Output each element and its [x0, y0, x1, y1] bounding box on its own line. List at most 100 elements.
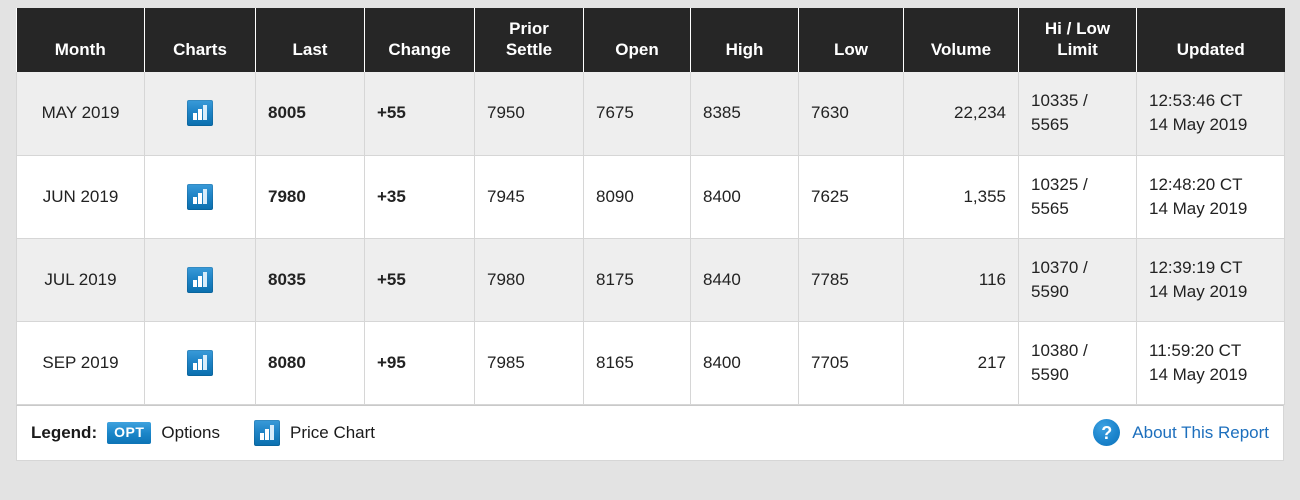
table-row: MAY 2019 8005 +55 7950 7675 8385 7630 22…: [16, 72, 1285, 156]
cell-open: 8090: [583, 155, 691, 239]
header-row: Month Charts Last Change Prior Settle Op…: [16, 8, 1285, 72]
price-chart-icon[interactable]: [187, 266, 213, 293]
quotes-panel: Month Charts Last Change Prior Settle Op…: [16, 8, 1285, 461]
header-label-month: Month: [54, 40, 106, 59]
cell-month: SEP 2019: [16, 321, 145, 405]
cell-low: 7785: [798, 238, 904, 322]
header-label-hi-low-limit-line1: Hi / Low: [1044, 19, 1111, 38]
cell-high: 8400: [690, 155, 799, 239]
header-label-volume: Volume: [930, 40, 992, 59]
cell-low: 7625: [798, 155, 904, 239]
updated-date: 14 May 2019: [1149, 364, 1248, 384]
limit-lo: 5565: [1031, 198, 1069, 218]
cell-low: 7630: [798, 72, 904, 156]
cell-month: JUL 2019: [16, 238, 145, 322]
price-chart-icon: [253, 419, 280, 446]
cell-last: 8080: [255, 321, 365, 405]
cell-updated: 11:59:20 CT 14 May 2019: [1136, 321, 1285, 405]
column-header-hi-low-limit[interactable]: Hi / Low Limit: [1018, 8, 1137, 72]
cell-updated: 12:48:20 CT 14 May 2019: [1136, 155, 1285, 239]
limit-hi: 10325 /: [1031, 174, 1088, 194]
header-label-low: Low: [834, 40, 868, 59]
column-header-charts[interactable]: Charts: [144, 8, 256, 72]
cell-month: JUN 2019: [16, 155, 145, 239]
price-chart-icon[interactable]: [187, 349, 213, 376]
header-label-high: High: [725, 40, 764, 59]
cell-charts[interactable]: [144, 238, 256, 322]
column-header-low[interactable]: Low: [798, 8, 904, 72]
limit-hi: 10335 /: [1031, 91, 1088, 111]
cell-low: 7705: [798, 321, 904, 405]
column-header-last[interactable]: Last: [255, 8, 365, 72]
cell-prior-settle: 7985: [474, 321, 584, 405]
updated-time: 12:39:19 CT: [1149, 257, 1243, 277]
table-row: JUN 2019 7980 +35 7945 8090 8400 7625 1,…: [16, 155, 1285, 239]
header-label-updated: Updated: [1176, 40, 1245, 59]
cell-hi-low-limit: 10335 / 5565: [1018, 72, 1137, 156]
cell-change: +55: [364, 238, 475, 322]
header-label-prior-settle-line1: Prior: [509, 19, 549, 38]
header-label-hi-low-limit-line2: Limit: [1057, 40, 1098, 59]
column-header-volume[interactable]: Volume: [903, 8, 1019, 72]
cell-change: +35: [364, 155, 475, 239]
updated-date: 14 May 2019: [1149, 198, 1248, 218]
column-header-high[interactable]: High: [690, 8, 799, 72]
cell-high: 8440: [690, 238, 799, 322]
about-report-group[interactable]: ? About This Report: [1093, 419, 1269, 446]
cell-charts[interactable]: [144, 155, 256, 239]
updated-date: 14 May 2019: [1149, 281, 1248, 301]
updated-time: 12:48:20 CT: [1149, 174, 1243, 194]
about-this-report-link[interactable]: About This Report: [1132, 423, 1269, 443]
cell-change: +55: [364, 72, 475, 156]
cell-open: 7675: [583, 72, 691, 156]
limit-lo: 5565: [1031, 115, 1069, 135]
cell-last: 8035: [255, 238, 365, 322]
cell-charts[interactable]: [144, 72, 256, 156]
cell-volume: 116: [903, 238, 1019, 322]
updated-time: 11:59:20 CT: [1149, 340, 1242, 360]
table-body: MAY 2019 8005 +55 7950 7675 8385 7630 22…: [16, 72, 1285, 405]
header-label-prior-settle-line2: Settle: [505, 40, 553, 59]
legend-items: Legend: OPT Options Price Chart: [31, 419, 376, 446]
legend-options-label: Options: [161, 422, 220, 442]
column-header-month[interactable]: Month: [16, 8, 145, 72]
cell-prior-settle: 7950: [474, 72, 584, 156]
column-header-change[interactable]: Change: [364, 8, 475, 72]
cell-updated: 12:39:19 CT 14 May 2019: [1136, 238, 1285, 322]
cell-prior-settle: 7980: [474, 238, 584, 322]
cell-last: 7980: [255, 155, 365, 239]
column-header-updated[interactable]: Updated: [1136, 8, 1285, 72]
cell-charts[interactable]: [144, 321, 256, 405]
limit-hi: 10370 /: [1031, 257, 1088, 277]
header-label-charts: Charts: [173, 40, 227, 59]
header-label-last: Last: [292, 40, 328, 59]
quotes-table: Month Charts Last Change Prior Settle Op…: [16, 8, 1285, 405]
table-row: JUL 2019 8035 +55 7980 8175 8440 7785 11…: [16, 238, 1285, 322]
cell-open: 8175: [583, 238, 691, 322]
legend-price-chart-label: Price Chart: [289, 422, 376, 442]
cell-volume: 22,234: [903, 72, 1019, 156]
options-badge-icon[interactable]: OPT: [107, 421, 152, 444]
price-chart-icon[interactable]: [187, 100, 213, 127]
column-header-open[interactable]: Open: [583, 8, 691, 72]
cell-hi-low-limit: 10325 / 5565: [1018, 155, 1137, 239]
cell-prior-settle: 7945: [474, 155, 584, 239]
question-mark-icon[interactable]: ?: [1093, 419, 1121, 446]
cell-hi-low-limit: 10370 / 5590: [1018, 238, 1137, 322]
cell-change: +95: [364, 321, 475, 405]
cell-hi-low-limit: 10380 / 5590: [1018, 321, 1137, 405]
cell-high: 8400: [690, 321, 799, 405]
cell-updated: 12:53:46 CT 14 May 2019: [1136, 72, 1285, 156]
header-label-change: Change: [388, 40, 451, 59]
limit-hi: 10380 /: [1031, 340, 1088, 360]
price-chart-icon[interactable]: [187, 183, 213, 210]
table-header: Month Charts Last Change Prior Settle Op…: [16, 8, 1285, 72]
cell-last: 8005: [255, 72, 365, 156]
cell-high: 8385: [690, 72, 799, 156]
header-label-open: Open: [615, 40, 659, 59]
column-header-prior-settle[interactable]: Prior Settle: [474, 8, 584, 72]
table-row: SEP 2019 8080 +95 7985 8165 8400 7705 21…: [16, 321, 1285, 405]
updated-time: 12:53:46 CT: [1149, 91, 1243, 111]
cell-volume: 1,355: [903, 155, 1019, 239]
cell-volume: 217: [903, 321, 1019, 405]
